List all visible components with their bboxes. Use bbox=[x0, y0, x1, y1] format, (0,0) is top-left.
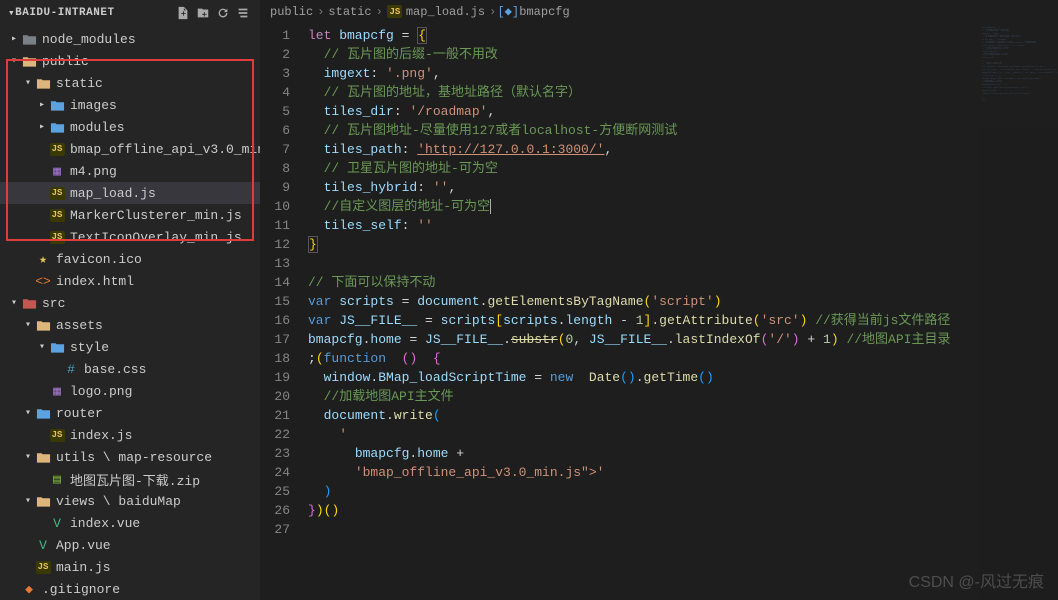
tree-item-label: base.css bbox=[84, 362, 146, 377]
tree-item-label: node_modules bbox=[42, 32, 136, 47]
breadcrumb-label: public bbox=[270, 5, 313, 19]
line-gutter: 1234567891011121314151617181920212223242… bbox=[260, 24, 308, 600]
tree-item[interactable]: ▾ router bbox=[0, 402, 260, 424]
editor-area: public›static›JSmap_load.js›[◆]bmapcfg 1… bbox=[260, 0, 1058, 600]
chevron-icon[interactable]: ▸ bbox=[8, 33, 20, 45]
tree-item-label: TextIconOverlay_min.js bbox=[70, 230, 242, 245]
chevron-icon[interactable]: ▾ bbox=[8, 55, 20, 67]
tree-item-label: images bbox=[70, 98, 117, 113]
tree-item-label: MarkerClusterer_min.js bbox=[70, 208, 242, 223]
chevron-icon[interactable]: ▾ bbox=[22, 495, 34, 507]
tree-item-label: index.js bbox=[70, 428, 132, 443]
tree-item[interactable]: ▾ public bbox=[0, 50, 260, 72]
tree-item[interactable]: ★favicon.ico bbox=[0, 248, 260, 270]
tree-item-label: App.vue bbox=[56, 538, 111, 553]
tree-item-label: favicon.ico bbox=[56, 252, 142, 267]
tree-item[interactable]: ▾ utils \ map-resource bbox=[0, 446, 260, 468]
tree-item[interactable]: ▾ views \ baiduMap bbox=[0, 490, 260, 512]
explorer-header: ▾ BAIDU-INTRANET bbox=[0, 0, 260, 26]
tree-item[interactable]: #base.css bbox=[0, 358, 260, 380]
tree-item-label: map_load.js bbox=[70, 186, 156, 201]
tree-item[interactable]: ▤地图瓦片图-下载.zip bbox=[0, 468, 260, 490]
tree-item-label: logo.png bbox=[70, 384, 132, 399]
tree-item-label: m4.png bbox=[70, 164, 117, 179]
breadcrumb-item[interactable]: public bbox=[270, 5, 313, 19]
tree-item[interactable]: ▦logo.png bbox=[0, 380, 260, 402]
tree-item[interactable]: VApp.vue bbox=[0, 534, 260, 556]
refresh-icon[interactable] bbox=[214, 4, 232, 22]
tree-item-label: views \ baiduMap bbox=[56, 494, 181, 509]
breadcrumb-item[interactable]: JSmap_load.js bbox=[387, 4, 485, 20]
tree-item-label: router bbox=[56, 406, 103, 421]
new-folder-icon[interactable] bbox=[194, 4, 212, 22]
tree-item[interactable]: JSMarkerClusterer_min.js bbox=[0, 204, 260, 226]
new-file-icon[interactable] bbox=[174, 4, 192, 22]
file-tree[interactable]: ▸ node_modules ▾ public ▾ static ▸ images ▸ modul… bbox=[0, 26, 260, 600]
chevron-icon[interactable]: ▾ bbox=[22, 451, 34, 463]
tree-item-label: utils \ map-resource bbox=[56, 450, 212, 465]
tree-item-label: index.vue bbox=[70, 516, 140, 531]
breadcrumb-label: static bbox=[328, 5, 371, 19]
chevron-icon[interactable]: ▾ bbox=[8, 297, 20, 309]
breadcrumb-item[interactable]: static bbox=[328, 5, 371, 19]
breadcrumb-label: map_load.js bbox=[406, 5, 485, 19]
chevron-icon[interactable]: ▸ bbox=[36, 99, 48, 111]
chevron-icon[interactable]: ▾ bbox=[22, 407, 34, 419]
tree-item[interactable]: JSbmap_offline_api_v3.0_min.js bbox=[0, 138, 260, 160]
tree-item[interactable]: ▸ node_modules bbox=[0, 28, 260, 50]
tree-item[interactable]: <>index.html bbox=[0, 270, 260, 292]
breadcrumb-label: bmapcfg bbox=[519, 5, 569, 19]
tree-item[interactable]: JSTextIconOverlay_min.js bbox=[0, 226, 260, 248]
tree-item-label: modules bbox=[70, 120, 125, 135]
tree-item-label: public bbox=[42, 54, 89, 69]
chevron-down-icon[interactable]: ▾ bbox=[8, 6, 15, 20]
tree-item[interactable]: JSindex.js bbox=[0, 424, 260, 446]
tree-item[interactable]: JSmain.js bbox=[0, 556, 260, 578]
tree-item-label: index.html bbox=[56, 274, 134, 289]
explorer-sidebar: ▾ BAIDU-INTRANET ▸ node_modules ▾ public ▾ st… bbox=[0, 0, 260, 600]
tree-item-label: static bbox=[56, 76, 103, 91]
tree-item-label: 地图瓦片图-下载.zip bbox=[70, 470, 200, 489]
tree-item-label: style bbox=[70, 340, 109, 355]
tree-item-label: assets bbox=[56, 318, 103, 333]
collapse-all-icon[interactable] bbox=[234, 4, 252, 22]
breadcrumbs[interactable]: public›static›JSmap_load.js›[◆]bmapcfg bbox=[260, 0, 1058, 24]
tree-item-label: src bbox=[42, 296, 65, 311]
code-content[interactable]: let bmapcfg = { // 瓦片图的后缀-一般不用改 imgext: … bbox=[308, 24, 978, 600]
chevron-icon[interactable]: ▾ bbox=[22, 319, 34, 331]
breadcrumb-item[interactable]: [◆]bmapcfg bbox=[500, 4, 569, 20]
tree-item-label: main.js bbox=[56, 560, 111, 575]
tree-item[interactable]: ▾ src bbox=[0, 292, 260, 314]
tree-item[interactable]: JSmap_load.js bbox=[0, 182, 260, 204]
tree-item[interactable]: ▸ modules bbox=[0, 116, 260, 138]
tree-item[interactable]: ▸ images bbox=[0, 94, 260, 116]
tree-item-label: .gitignore bbox=[42, 582, 120, 597]
minimap[interactable]: let bmapcfg = { // 瓦片图的后缀-一般不用改 imgext: … bbox=[978, 24, 1058, 600]
tree-item[interactable]: Vindex.vue bbox=[0, 512, 260, 534]
tree-item[interactable]: ▾ style bbox=[0, 336, 260, 358]
tree-item-label: bmap_offline_api_v3.0_min.js bbox=[70, 142, 260, 157]
tree-item[interactable]: ◆.gitignore bbox=[0, 578, 260, 600]
tree-item[interactable]: ▦m4.png bbox=[0, 160, 260, 182]
chevron-icon[interactable]: ▾ bbox=[36, 341, 48, 353]
explorer-title: BAIDU-INTRANET bbox=[15, 7, 172, 19]
code-area: 1234567891011121314151617181920212223242… bbox=[260, 24, 1058, 600]
tree-item[interactable]: ▾ assets bbox=[0, 314, 260, 336]
chevron-icon[interactable]: ▸ bbox=[36, 121, 48, 133]
chevron-icon[interactable]: ▾ bbox=[22, 77, 34, 89]
tree-item[interactable]: ▾ static bbox=[0, 72, 260, 94]
